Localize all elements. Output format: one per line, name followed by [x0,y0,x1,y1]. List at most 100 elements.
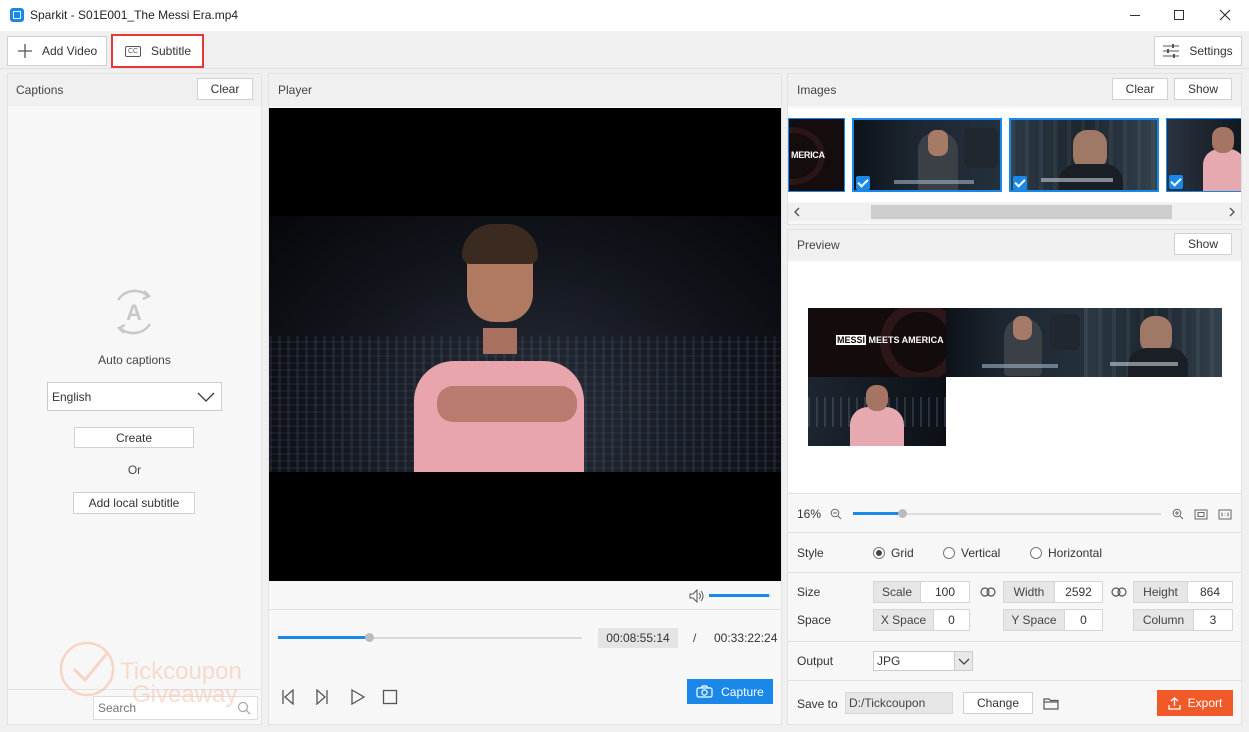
thumbnail-3-checkbox[interactable] [1013,176,1027,190]
style-vertical-label[interactable]: Vertical [961,546,1000,560]
style-divider [788,532,1241,533]
stop-icon[interactable] [382,689,398,705]
zoom-fill [853,512,903,515]
video-frame [269,216,781,472]
style-horizontal-label[interactable]: Horizontal [1048,546,1102,560]
preview-tile-1-text2: MEETS AMERICA [866,335,944,345]
height-input[interactable]: 864 [1187,581,1233,603]
width-input[interactable]: 2592 [1054,581,1103,603]
save-label: Save to [797,697,838,711]
images-show-button[interactable]: Show [1174,78,1232,100]
seek-slider[interactable] [278,633,582,642]
output-divider [788,641,1241,642]
current-time: 00:08:55:14 [598,628,678,648]
auto-captions-icon: A [108,286,160,338]
title-bar: Sparkit - S01E001_The Messi Era.mp4 [0,0,1249,31]
output-dropdown-arrow[interactable] [954,652,972,670]
add-video-button[interactable]: Add Video [7,36,107,66]
style-horizontal-radio[interactable] [1030,547,1042,559]
volume-slider[interactable] [709,594,771,597]
chevron-down-icon [958,658,970,665]
column-input[interactable]: 3 [1193,609,1233,631]
language-select[interactable]: English [47,382,222,411]
preview-tile-1: MESSI MEETS AMERICA [808,308,946,377]
preview-tile-1-text1: MESSI [836,335,867,345]
images-title: Images [797,83,837,97]
thumbnail-2-checkbox[interactable] [856,176,870,190]
thumbnail-3[interactable] [1009,118,1159,192]
thumbnail-scrollbar[interactable] [788,203,1241,221]
preview-tile-3 [1084,308,1222,377]
zoom-out-icon[interactable] [830,508,842,520]
images-clear-button[interactable]: Clear [1112,78,1168,100]
add-video-label: Add Video [42,44,98,58]
thumbnail-4-checkbox[interactable] [1169,175,1183,189]
thumbnail-2[interactable] [852,118,1002,192]
x-space-input[interactable]: 0 [933,609,970,631]
window-title: Sparkit - S01E001_The Messi Era.mp4 [30,8,239,22]
play-icon[interactable] [350,689,366,705]
thumbnail-strip: MERICA [788,108,1241,202]
capture-button[interactable]: Capture [687,679,773,704]
folder-icon[interactable] [1043,697,1059,710]
export-button[interactable]: Export [1157,690,1233,716]
scroll-left-icon[interactable] [792,207,802,217]
output-format-select[interactable]: JPG [873,651,973,671]
thumbnail-4[interactable] [1166,118,1241,192]
style-label: Style [797,546,824,560]
video-canvas[interactable] [269,108,781,581]
link-icon-2[interactable] [1111,587,1127,597]
save-path-field[interactable]: D:/Tickcoupon [845,692,953,714]
settings-button[interactable]: Settings [1154,36,1242,66]
scale-label: Scale [873,581,921,603]
add-local-subtitle-button[interactable]: Add local subtitle [73,492,195,514]
scroll-right-icon[interactable] [1227,207,1237,217]
volume-icon[interactable] [689,589,705,603]
seek-fill [278,636,370,639]
settings-label: Settings [1189,44,1233,58]
language-value: English [52,389,92,404]
x-space-label: X Space [873,609,934,631]
close-icon[interactable] [1214,0,1236,31]
change-button[interactable]: Change [963,692,1033,714]
y-space-input[interactable]: 0 [1064,609,1103,631]
preview-tile-4 [808,377,946,446]
preview-show-button[interactable]: Show [1174,233,1232,255]
subtitle-button[interactable]: CC Subtitle [111,34,204,68]
column-label: Column [1133,609,1194,631]
style-vertical-radio[interactable] [943,547,955,559]
captions-clear-button[interactable]: Clear [197,78,253,100]
width-label: Width [1003,581,1055,603]
captions-title: Captions [16,83,64,97]
thumbnail-1[interactable]: MERICA [788,118,845,192]
prev-frame-icon[interactable] [279,689,295,705]
plus-icon [18,44,32,58]
minimize-icon[interactable] [1125,0,1145,31]
or-label: Or [127,463,142,477]
create-button[interactable]: Create [74,427,194,448]
zoom-slider[interactable] [853,509,1161,518]
style-grid-label[interactable]: Grid [891,546,914,560]
style-grid-radio[interactable] [873,547,885,559]
y-space-label: Y Space [1003,609,1065,631]
total-time: 00:33:22:24 [714,631,778,645]
watermark-check-icon [59,641,115,697]
scrollbar-thumb[interactable] [871,205,1172,219]
maximize-icon[interactable] [1170,0,1190,31]
capture-label: Capture [721,684,764,699]
chevron-down-icon [197,392,215,402]
actual-size-icon[interactable] [1218,509,1232,520]
height-label: Height [1133,581,1188,603]
next-frame-icon[interactable] [315,689,331,705]
volume-fill [709,594,770,597]
preview-canvas: MESSI MEETS AMERICA [808,308,1222,446]
cc-icon: CC [125,45,141,57]
size-divider [788,572,1241,573]
zoom-in-icon[interactable] [1172,508,1184,520]
link-icon[interactable] [980,587,996,597]
scale-input[interactable]: 100 [920,581,970,603]
player-title: Player [278,83,313,97]
camera-icon [696,685,713,698]
fit-screen-icon[interactable] [1194,509,1208,520]
output-label: Output [797,654,834,668]
